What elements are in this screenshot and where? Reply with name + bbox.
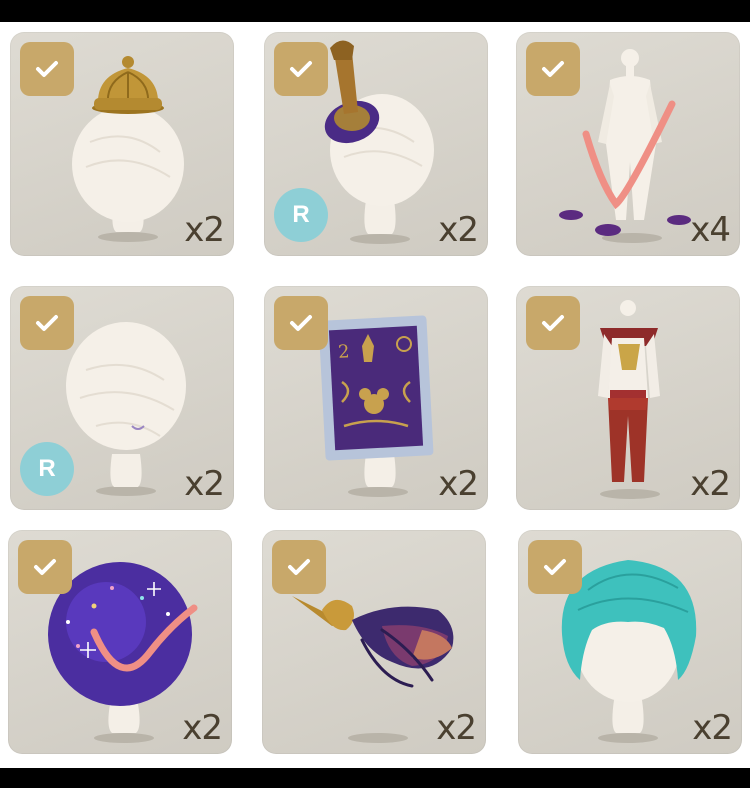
r-badge: R	[274, 188, 328, 242]
item-count: x2	[182, 708, 223, 748]
check-icon	[20, 296, 74, 350]
bottom-black-bar	[0, 768, 750, 788]
check-icon	[526, 296, 580, 350]
item-card-plain-head[interactable]: R x2	[10, 286, 234, 510]
check-icon	[20, 42, 74, 96]
item-count: x2	[184, 210, 225, 250]
stamp-number: 2	[338, 341, 351, 363]
item-count: x2	[436, 708, 477, 748]
item-count: x2	[690, 464, 731, 504]
item-count: x4	[690, 210, 731, 250]
check-icon	[18, 540, 72, 594]
check-icon	[274, 42, 328, 96]
item-card-purple-topper-hat[interactable]: R x2	[264, 32, 488, 256]
item-count: x2	[184, 464, 225, 504]
item-card-galaxy-afro-hair[interactable]: x2	[8, 530, 232, 754]
check-icon	[528, 540, 582, 594]
item-card-feather-quill-accessory[interactable]: x2	[262, 530, 486, 754]
top-black-bar	[0, 0, 750, 22]
item-count: x2	[438, 464, 479, 504]
item-card-stamp-card-accessory[interactable]: 2 x2	[264, 286, 488, 510]
item-card-teal-hair[interactable]: x2	[518, 530, 742, 754]
check-icon	[526, 42, 580, 96]
item-card-white-bodysuit-outfit[interactable]: x4	[516, 32, 740, 256]
check-icon	[274, 296, 328, 350]
item-count: x2	[438, 210, 479, 250]
item-card-red-sailor-outfit[interactable]: x2	[516, 286, 740, 510]
item-count: x2	[692, 708, 733, 748]
r-badge: R	[20, 442, 74, 496]
item-card-crown-hat[interactable]: x2	[10, 32, 234, 256]
check-icon	[272, 540, 326, 594]
